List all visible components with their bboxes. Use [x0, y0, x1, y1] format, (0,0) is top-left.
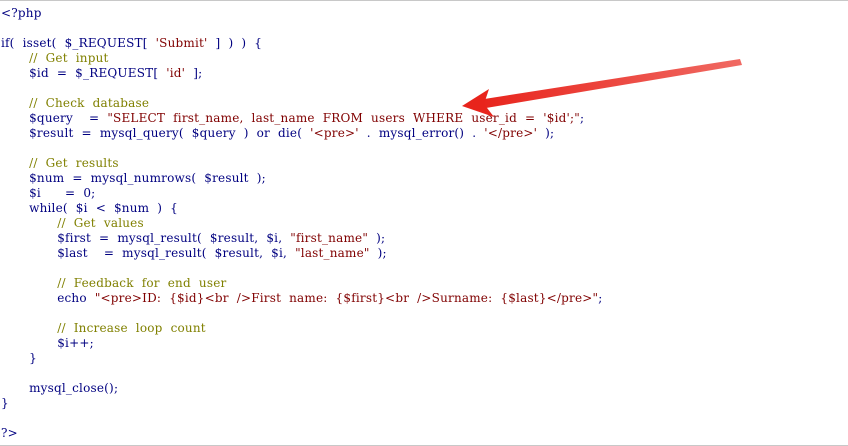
code-viewer: <?php if( isset( $_REQUEST[ 'Submit' ] )… — [0, 0, 848, 446]
code-token: $id = $_REQUEST[ — [1, 66, 167, 80]
code-token: ; — [580, 111, 585, 125]
code-token: $num = mysql_numrows( $result ); — [1, 171, 266, 185]
code-token: echo — [1, 291, 95, 305]
code-token: ); — [369, 246, 387, 260]
code-token: $query = — [1, 111, 108, 125]
code-comment: // Get results — [29, 156, 119, 170]
code-comment: // Check database — [29, 96, 150, 110]
code-string: 'id' — [166, 66, 186, 80]
code-token: $first = mysql_result( $result, $i, — [1, 231, 291, 245]
code-string: 'Submit' — [155, 36, 208, 50]
code-line: // Feedback for end user — [1, 276, 603, 291]
code-token: mysql_close(); — [1, 381, 119, 395]
code-line: // Check database — [1, 96, 603, 111]
code-string: "SELECT first_name, last_name FROM users… — [107, 111, 581, 125]
code-line: $i = 0; — [1, 186, 603, 201]
code-line: // Get results — [1, 156, 603, 171]
code-token: . mysql_error() . — [358, 126, 485, 140]
code-token: $result = mysql_query( $query ) or die( — [1, 126, 311, 140]
code-comment: // Get input — [29, 51, 109, 65]
code-line: } — [1, 396, 603, 411]
code-comment: // Feedback for end user — [57, 276, 227, 290]
code-line: // Get input — [1, 51, 603, 66]
code-token: ?> — [1, 426, 18, 440]
code-string: "last_name" — [295, 246, 370, 260]
code-line: while( $i < $num ) { — [1, 201, 603, 216]
code-line: <?php — [1, 6, 603, 21]
code-token: ; — [598, 291, 603, 305]
php-source-code: <?php if( isset( $_REQUEST[ 'Submit' ] )… — [1, 6, 603, 441]
code-line: // Increase loop count — [1, 321, 603, 336]
code-comment: // Get values — [57, 216, 144, 230]
code-line: // Get values — [1, 216, 603, 231]
code-token: ); — [537, 126, 555, 140]
code-line: $first = mysql_result( $result, $i, "fir… — [1, 231, 603, 246]
code-token: ]; — [185, 66, 203, 80]
code-string: '<pre>' — [310, 126, 359, 140]
code-token: } — [1, 396, 9, 410]
code-line: $num = mysql_numrows( $result ); — [1, 171, 603, 186]
code-string: "<pre>ID: {$id}<br />First name: {$first… — [94, 291, 599, 305]
code-token: ); — [368, 231, 386, 245]
code-line: mysql_close(); — [1, 381, 603, 396]
code-token: $i++; — [1, 336, 94, 350]
code-line: echo "<pre>ID: {$id}<br />First name: {$… — [1, 291, 603, 306]
code-token: ] ) ) { — [207, 36, 263, 50]
code-token: while( $i < $num ) { — [1, 201, 179, 215]
code-line: $i++; — [1, 336, 603, 351]
code-line: ?> — [1, 426, 603, 441]
code-line: $result = mysql_query( $query ) or die( … — [1, 126, 603, 141]
code-line: } — [1, 351, 603, 366]
code-token: $i = 0; — [1, 186, 96, 200]
code-comment: // Increase loop count — [57, 321, 206, 335]
code-line: $last = mysql_result( $result, $i, "last… — [1, 246, 603, 261]
code-line: $query = "SELECT first_name, last_name F… — [1, 111, 603, 126]
code-token: } — [1, 351, 37, 365]
code-string: "first_name" — [290, 231, 369, 245]
code-line: if( isset( $_REQUEST[ 'Submit' ] ) ) { — [1, 36, 603, 51]
code-line: $id = $_REQUEST[ 'id' ]; — [1, 66, 603, 81]
code-token: $last = mysql_result( $result, $i, — [1, 246, 296, 260]
code-token: if( isset( $_REQUEST[ — [1, 36, 156, 50]
code-string: '</pre>' — [484, 126, 538, 140]
code-token: <?php — [1, 6, 42, 20]
